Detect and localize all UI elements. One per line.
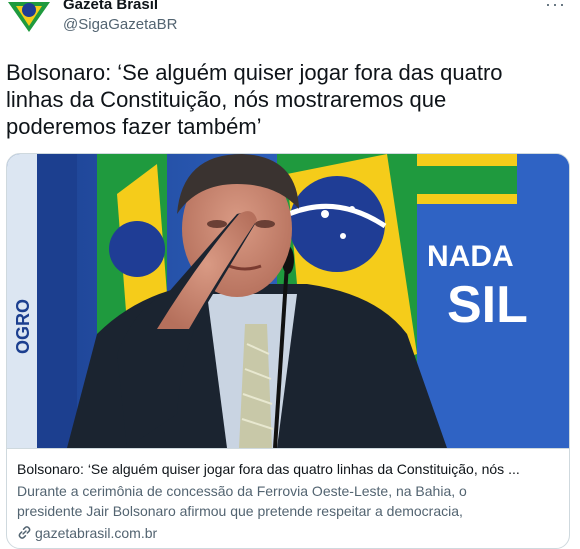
banner-text: SIL [447,276,528,334]
tweet-text-line: Bolsonaro: ‘Se alguém quiser jogar fora … [6,60,503,85]
avatar[interactable] [4,0,54,38]
card-title[interactable]: Bolsonaro: ‘Se alguém quiser jogar fora … [17,461,559,477]
card-domain-text: gazetabrasil.com.br [35,525,158,541]
link-icon [18,526,31,539]
card-meta[interactable]: Bolsonaro: ‘Se alguém quiser jogar fora … [7,448,569,548]
card-description: Durante a cerimônia de concessão da Ferr… [17,481,557,521]
card-domain[interactable]: gazetabrasil.com.br [17,525,157,541]
banner-text: NADA [427,240,514,273]
tweet-text-line: linhas da Constituição, nós mostraremos … [6,87,447,112]
tweet-text-line: poderemos fazer também’ [6,114,262,139]
card-description-line: Durante a cerimônia de concessão da Ferr… [17,483,467,499]
display-name[interactable]: Gazeta Brasil [63,0,158,13]
photo-president-saluting: NADA SIL OGRO [7,154,569,449]
card-image[interactable]: NADA SIL OGRO [7,154,569,449]
tweet-header: Gazeta Brasil @SigaGazetaBR ··· [0,0,580,44]
account-handle[interactable]: @SigaGazetaBR [63,16,177,33]
link-card[interactable]: NADA SIL OGRO Bolsonaro: ‘Se alguém quis… [6,153,570,549]
banner-text: OGRO [13,299,33,354]
card-description-line: presidente Jair Bolsonaro afirmou que pr… [17,503,463,519]
more-icon[interactable]: ··· [545,0,566,15]
tweet-text: Bolsonaro: ‘Se alguém quiser jogar fora … [6,59,566,140]
flag-logo-icon [8,2,50,32]
